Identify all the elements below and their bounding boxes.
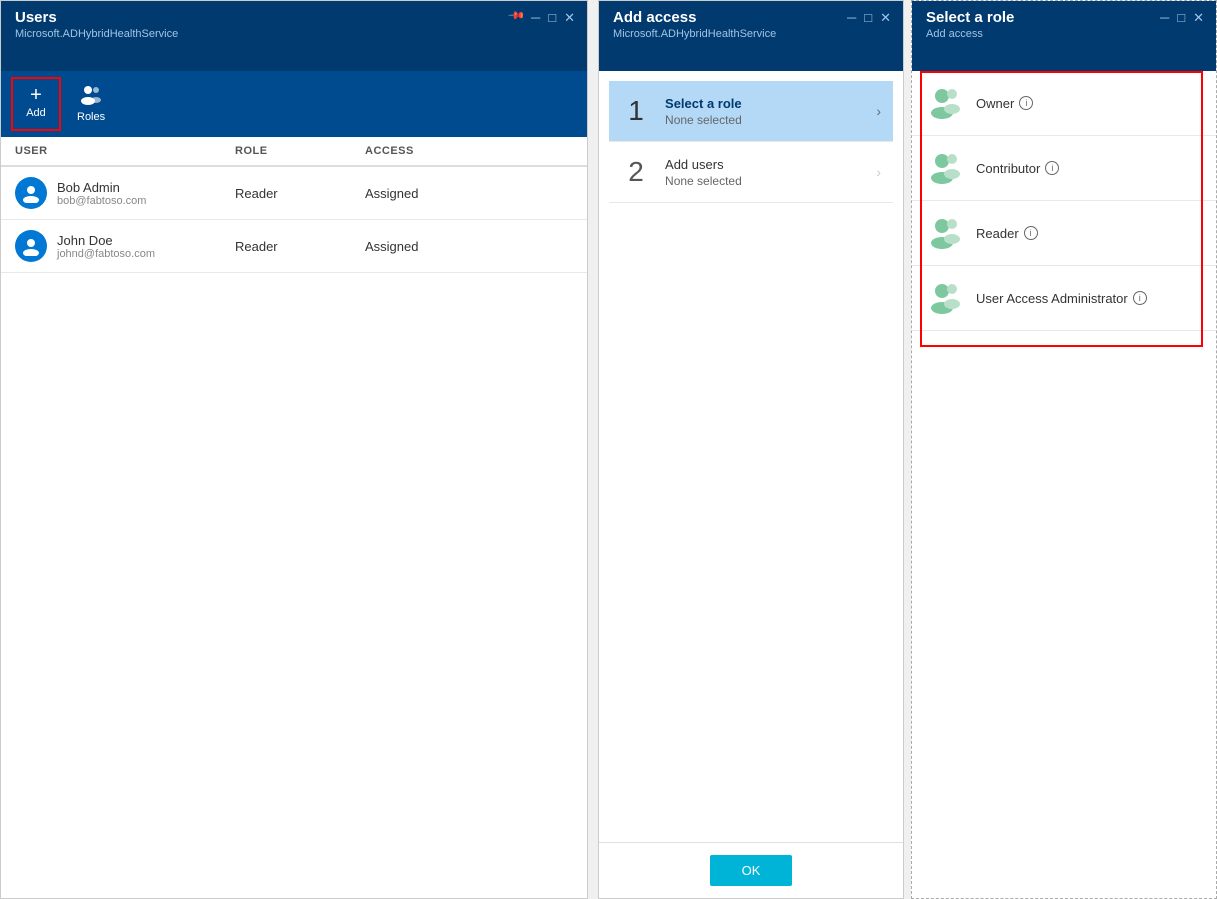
add-access-titlebar: Add access Microsoft.ADHybridHealthServi… <box>599 1 903 71</box>
close-icon[interactable]: ✕ <box>1193 11 1204 24</box>
contributor-role-icon <box>928 150 964 186</box>
roles-icon <box>80 85 102 109</box>
add-access-window-controls: ─ □ ✕ <box>847 9 891 24</box>
pin-icon[interactable]: 📌 <box>507 8 524 25</box>
maximize-icon[interactable]: □ <box>864 11 872 24</box>
select-role-panel: Select a role Add access ─ □ ✕ <box>911 0 1217 899</box>
users-title: Users <box>15 9 178 26</box>
role-item-owner[interactable]: Owner i <box>912 71 1216 136</box>
minimize-icon[interactable]: ─ <box>531 11 540 24</box>
owner-role-icon <box>928 85 964 121</box>
col-user-header: USER <box>15 145 235 157</box>
step-1-number: 1 <box>621 95 651 127</box>
step-1-chevron: › <box>876 103 881 119</box>
role-cell: Reader <box>235 239 365 254</box>
roles-label: Roles <box>77 111 105 123</box>
add-button[interactable]: + Add <box>11 77 61 131</box>
add-access-panel: Add access Microsoft.ADHybridHealthServi… <box>598 0 904 899</box>
contributor-role-name: Contributor <box>976 161 1040 176</box>
user-name: John Doe <box>57 233 155 248</box>
step-2-chevron: › <box>876 164 881 180</box>
select-role-window-controls: ─ □ ✕ <box>1160 9 1204 24</box>
roles-list: Owner i Contributor i <box>912 71 1216 898</box>
ok-button[interactable]: OK <box>710 855 793 886</box>
step-add-users[interactable]: 2 Add users None selected › <box>609 142 893 203</box>
close-icon[interactable]: ✕ <box>880 11 891 24</box>
table-row[interactable]: John Doe johnd@fabtoso.com Reader Assign… <box>1 220 587 273</box>
select-role-title: Select a role <box>926 9 1014 26</box>
user-email: bob@fabtoso.com <box>57 195 146 207</box>
add-label: Add <box>26 107 46 119</box>
user-cell: John Doe johnd@fabtoso.com <box>15 230 235 262</box>
user-access-admin-role-icon <box>928 280 964 316</box>
users-table-body: Bob Admin bob@fabtoso.com Reader Assigne… <box>1 167 587 898</box>
user-email: johnd@fabtoso.com <box>57 248 155 260</box>
col-access-header: ACCESS <box>365 145 573 157</box>
step-2-number: 2 <box>621 156 651 188</box>
user-cell: Bob Admin bob@fabtoso.com <box>15 177 235 209</box>
access-cell: Assigned <box>365 186 573 201</box>
step-2-title: Add users <box>665 157 876 172</box>
add-access-title: Add access <box>613 9 776 26</box>
users-titlebar: Users Microsoft.ADHybridHealthService 📌 … <box>1 1 587 71</box>
role-item-user-access-admin[interactable]: User Access Administrator i <box>912 266 1216 331</box>
users-table-header: USER ROLE ACCESS <box>1 137 587 167</box>
reader-info-icon[interactable]: i <box>1024 226 1038 240</box>
col-role-header: ROLE <box>235 145 365 157</box>
roles-button[interactable]: Roles <box>65 77 117 131</box>
close-icon[interactable]: ✕ <box>564 11 575 24</box>
maximize-icon[interactable]: □ <box>1177 11 1185 24</box>
step-select-role[interactable]: 1 Select a role None selected › <box>609 81 893 142</box>
add-icon: + <box>30 85 42 105</box>
steps-container: 1 Select a role None selected › 2 Add us… <box>599 71 903 842</box>
owner-role-name: Owner <box>976 96 1014 111</box>
minimize-icon[interactable]: ─ <box>847 11 856 24</box>
owner-info-icon[interactable]: i <box>1019 96 1033 110</box>
access-cell: Assigned <box>365 239 573 254</box>
users-subtitle: Microsoft.ADHybridHealthService <box>15 28 178 40</box>
step-1-subtitle: None selected <box>665 113 876 127</box>
users-window-controls: 📌 ─ □ ✕ <box>509 9 575 24</box>
add-access-subtitle: Microsoft.ADHybridHealthService <box>613 28 776 40</box>
contributor-info-icon[interactable]: i <box>1045 161 1059 175</box>
table-row[interactable]: Bob Admin bob@fabtoso.com Reader Assigne… <box>1 167 587 220</box>
reader-role-icon <box>928 215 964 251</box>
avatar <box>15 177 47 209</box>
select-role-titlebar: Select a role Add access ─ □ ✕ <box>912 1 1216 71</box>
role-item-contributor[interactable]: Contributor i <box>912 136 1216 201</box>
users-panel: Users Microsoft.ADHybridHealthService 📌 … <box>0 0 588 899</box>
step-2-subtitle: None selected <box>665 174 876 188</box>
ok-bar: OK <box>599 842 903 898</box>
reader-role-name: Reader <box>976 226 1019 241</box>
user-access-admin-role-name: User Access Administrator <box>976 291 1128 306</box>
step-1-title: Select a role <box>665 96 876 111</box>
role-item-reader[interactable]: Reader i <box>912 201 1216 266</box>
maximize-icon[interactable]: □ <box>548 11 556 24</box>
role-cell: Reader <box>235 186 365 201</box>
avatar <box>15 230 47 262</box>
select-role-subtitle: Add access <box>926 28 1014 40</box>
users-toolbar: + Add Roles <box>1 71 587 137</box>
user-name: Bob Admin <box>57 180 146 195</box>
user-access-admin-info-icon[interactable]: i <box>1133 291 1147 305</box>
minimize-icon[interactable]: ─ <box>1160 11 1169 24</box>
